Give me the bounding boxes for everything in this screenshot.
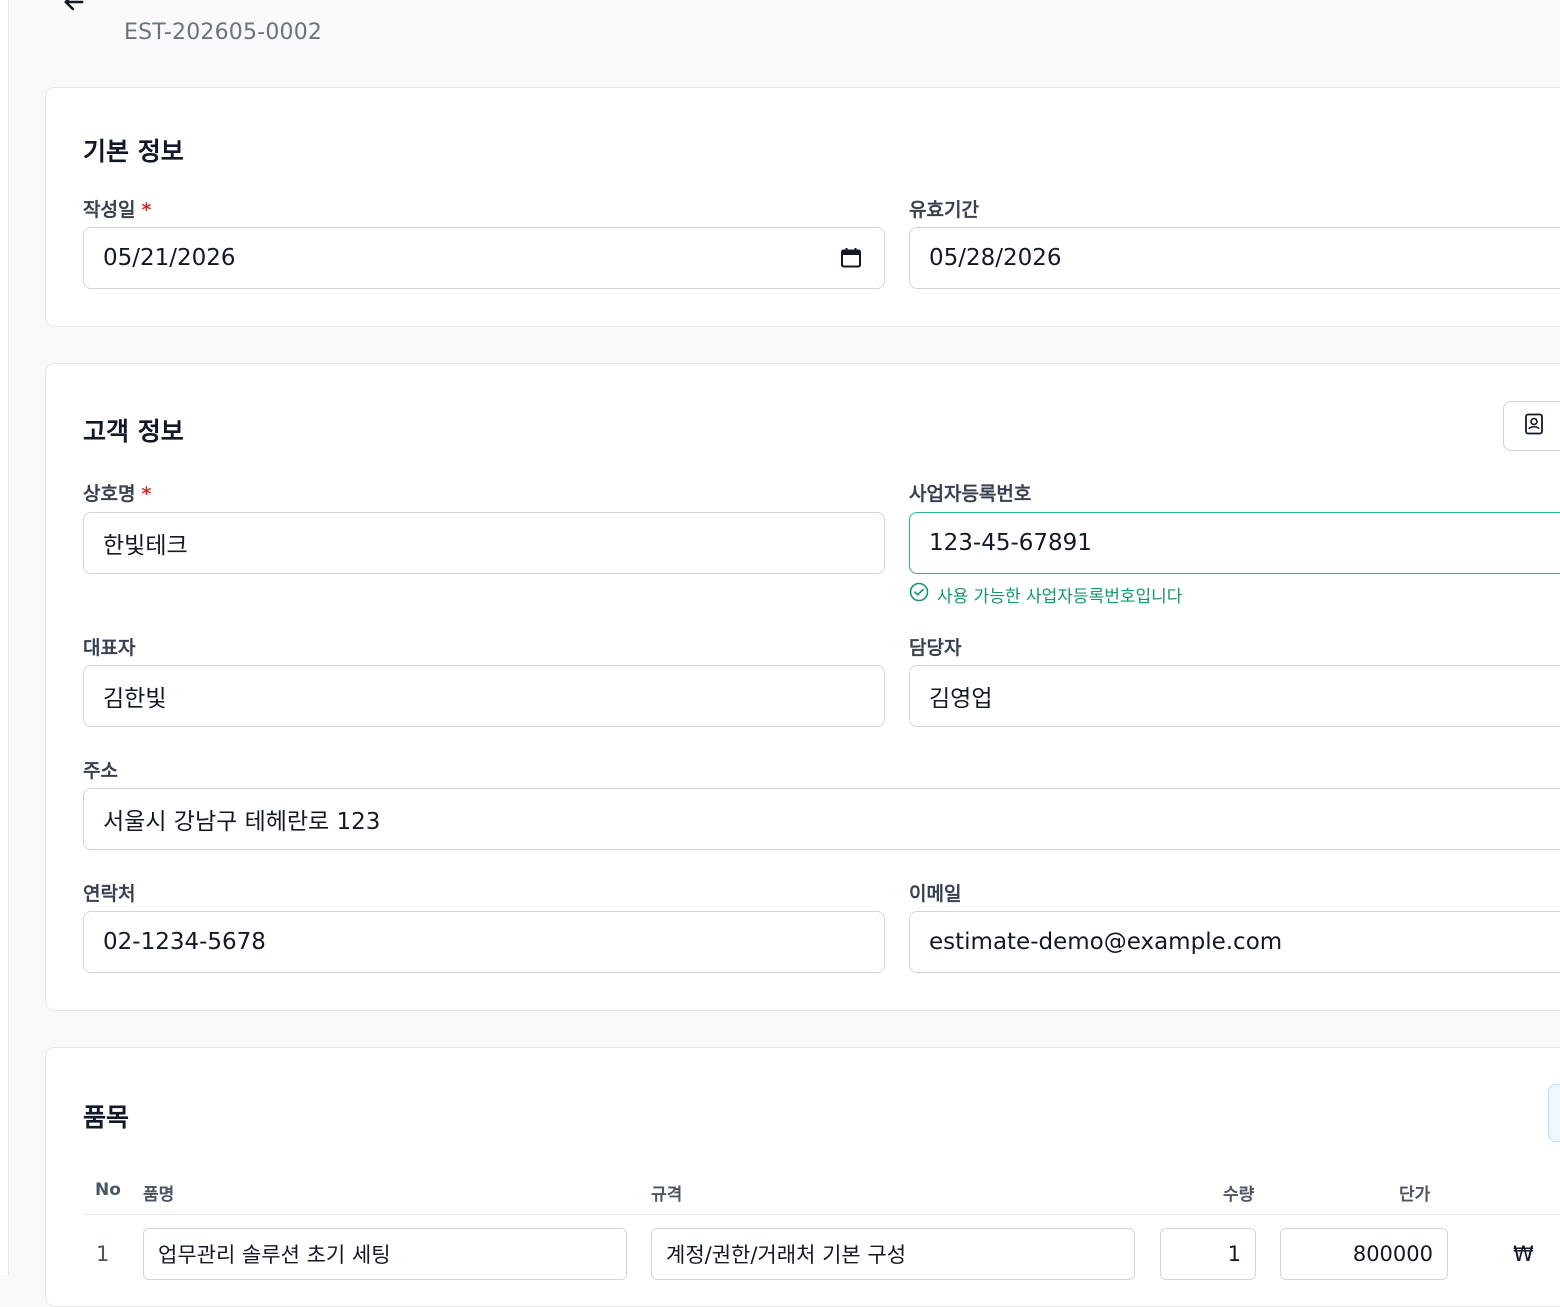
- biz-no-label: 사업자등록번호: [909, 483, 1032, 505]
- biz-no-value: 123-45-67891: [929, 530, 1092, 556]
- item-amount-currency: ₩: [1513, 1242, 1534, 1266]
- issue-date-label: 작성일 *: [83, 195, 151, 222]
- ceo-label: 대표자: [83, 637, 136, 659]
- company-label: 상호명 *: [83, 479, 151, 506]
- issue-date-value: 05/21/2026: [103, 245, 236, 271]
- section-title-basic: 기본 정보: [83, 137, 184, 166]
- col-qty: 수량: [1223, 1185, 1255, 1205]
- col-name: 품명: [143, 1185, 175, 1205]
- sidebar-edge: [0, 0, 9, 1275]
- phone-value: 02-1234-5678: [103, 929, 266, 955]
- item-spec-value: 계정/권한/거래처 기본 구성: [666, 1243, 907, 1267]
- item-name-input[interactable]: 업무관리 솔루션 초기 세팅: [143, 1228, 627, 1280]
- item-unit-price-value: 800000: [1352, 1242, 1433, 1266]
- address-value: 서울시 강남구 테헤란로 123: [103, 809, 381, 835]
- phone-input[interactable]: 02-1234-5678: [83, 911, 885, 973]
- item-spec-input[interactable]: 계정/권한/거래처 기본 구성: [651, 1228, 1135, 1280]
- email-label: 이메일: [909, 883, 962, 905]
- ceo-value: 김한빛: [103, 686, 167, 712]
- col-no: No: [95, 1180, 121, 1200]
- ceo-input[interactable]: 김한빛: [83, 665, 885, 727]
- issue-date-label-text: 작성일: [83, 199, 136, 221]
- contact-book-icon: [1524, 413, 1544, 440]
- biz-no-help-text: 사용 가능한 사업자등록번호입니다: [937, 587, 1183, 607]
- section-title-items: 품목: [83, 1103, 130, 1132]
- page-title-clipped: [124, 0, 394, 4]
- manager-input[interactable]: 김영업: [909, 665, 1560, 727]
- item-unit-price-input[interactable]: 800000: [1280, 1228, 1448, 1280]
- manager-value: 김영업: [929, 686, 993, 712]
- company-label-text: 상호명: [83, 483, 136, 505]
- col-unit-price: 단가: [1399, 1185, 1431, 1205]
- biz-no-input[interactable]: 123-45-67891: [909, 512, 1560, 574]
- section-title-customer: 고객 정보: [83, 417, 184, 446]
- col-spec: 규격: [651, 1185, 683, 1205]
- contact-book-button[interactable]: [1503, 401, 1560, 451]
- biz-no-valid-message: 사용 가능한 사업자등록번호입니다: [909, 582, 1182, 607]
- phone-label: 연락처: [83, 883, 136, 905]
- calendar-icon[interactable]: [840, 247, 862, 269]
- manager-label: 담당자: [909, 637, 962, 659]
- email-input[interactable]: estimate-demo@example.com: [909, 911, 1560, 973]
- page-header: EST-202605-0002: [56, 0, 1556, 52]
- company-value: 한빛테크: [103, 533, 188, 559]
- document-number: EST-202605-0002: [124, 20, 323, 45]
- email-value: estimate-demo@example.com: [929, 929, 1283, 955]
- company-input[interactable]: 한빛테크: [83, 512, 885, 574]
- items-card: 품목 No 품명 규격 수량 단가 1 업무관리 솔루션 초기 세팅 계정/권한…: [45, 1047, 1560, 1307]
- valid-until-input[interactable]: 05/28/2026: [909, 227, 1560, 289]
- items-table-header: No 품명 규격 수량 단가: [83, 1176, 1560, 1215]
- issue-date-input[interactable]: 05/21/2026: [83, 227, 885, 289]
- required-mark: *: [141, 199, 152, 221]
- back-arrow-icon[interactable]: [56, 0, 92, 20]
- valid-until-value: 05/28/2026: [929, 245, 1062, 271]
- check-circle-icon: [909, 582, 929, 607]
- required-mark: *: [141, 483, 152, 505]
- item-qty-input[interactable]: 1: [1160, 1228, 1256, 1280]
- item-name-value: 업무관리 솔루션 초기 세팅: [158, 1243, 391, 1267]
- valid-until-label: 유효기간: [909, 199, 979, 221]
- basic-info-card: 기본 정보 작성일 * 05/21/2026 유효기간 05/28/2026: [45, 87, 1560, 327]
- add-item-button[interactable]: [1548, 1084, 1560, 1142]
- item-qty-value: 1: [1227, 1242, 1241, 1266]
- address-label: 주소: [83, 760, 118, 782]
- address-input[interactable]: 서울시 강남구 테헤란로 123: [83, 788, 1560, 850]
- row-number: 1: [96, 1242, 110, 1266]
- customer-info-card: 고객 정보 상호명 * 한빛테크 사업자등록번호 123-45-67891 사용 …: [45, 363, 1560, 1011]
